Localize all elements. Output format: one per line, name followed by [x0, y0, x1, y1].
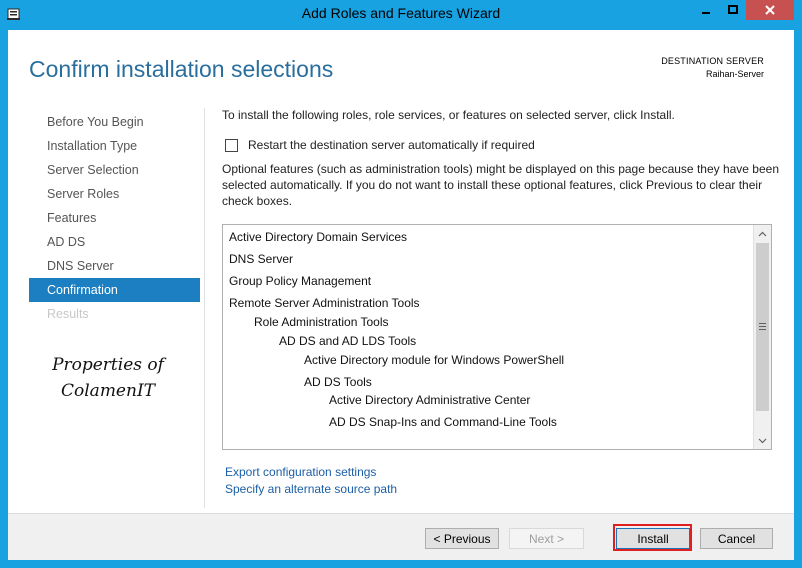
- selection-item: Group Policy Management: [229, 274, 372, 288]
- restart-option[interactable]: Restart the destination server automatic…: [225, 138, 535, 152]
- selections-list[interactable]: Active Directory Domain Services DNS Serv…: [222, 224, 772, 450]
- nav-divider: [204, 108, 205, 508]
- maximize-button[interactable]: [720, 0, 746, 20]
- optional-features-note: Optional features (such as administratio…: [222, 162, 780, 208]
- scroll-up-button[interactable]: [754, 225, 771, 242]
- selection-item: Active Directory Domain Services: [229, 230, 408, 244]
- scroll-thumb[interactable]: [756, 243, 769, 411]
- nav-item-before-you-begin[interactable]: Before You Begin: [29, 110, 200, 134]
- nav-item-dns-server[interactable]: DNS Server: [29, 254, 200, 278]
- restart-label: Restart the destination server automatic…: [248, 138, 535, 152]
- nav-item-confirmation[interactable]: Confirmation: [29, 278, 200, 302]
- title-bar[interactable]: Add Roles and Features Wizard: [0, 0, 802, 28]
- nav-item-features[interactable]: Features: [29, 206, 200, 230]
- install-button[interactable]: Install: [616, 528, 690, 549]
- watermark-text: Properties of ColamenIT: [48, 352, 168, 404]
- list-scrollbar[interactable]: [753, 225, 771, 449]
- nav-item-installation-type[interactable]: Installation Type: [29, 134, 200, 158]
- nav-item-server-selection[interactable]: Server Selection: [29, 158, 200, 182]
- wizard-window: Add Roles and Features Wizard Confirm in…: [0, 0, 802, 568]
- destination-server-label: DESTINATION SERVER: [661, 56, 764, 66]
- page-title: Confirm installation selections: [29, 56, 334, 82]
- wizard-client-area: Confirm installation selections DESTINAT…: [8, 30, 794, 561]
- selection-item: Active Directory module for Windows Powe…: [304, 353, 565, 367]
- intro-text: To install the following roles, role ser…: [222, 108, 675, 122]
- minimize-icon: [702, 12, 710, 14]
- nav-item-results: Results: [47, 307, 89, 321]
- watermark-line-1: Properties of: [52, 355, 164, 375]
- alternate-source-link[interactable]: Specify an alternate source path: [225, 481, 397, 498]
- scroll-down-button[interactable]: [754, 432, 771, 449]
- selection-item: AD DS Tools: [304, 375, 372, 389]
- chevron-up-icon: [758, 231, 767, 236]
- next-button: Next >: [509, 528, 584, 549]
- selection-item: Role Administration Tools: [254, 315, 389, 329]
- selection-item: AD DS and AD LDS Tools: [279, 334, 417, 348]
- nav-item-ad-ds[interactable]: AD DS: [29, 230, 200, 254]
- export-configuration-link[interactable]: Export configuration settings: [225, 464, 397, 481]
- selection-item: DNS Server: [229, 252, 294, 266]
- maximize-icon: [728, 5, 738, 14]
- selection-item: Active Directory Administrative Center: [329, 393, 531, 407]
- links-area: Export configuration settings Specify an…: [225, 464, 397, 498]
- close-icon: [765, 5, 775, 15]
- selection-item: Remote Server Administration Tools: [229, 296, 420, 310]
- window-title: Add Roles and Features Wizard: [301, 5, 501, 21]
- wizard-nav: Before You Begin Installation Type Serve…: [29, 110, 200, 326]
- window-bottom-border: [0, 560, 802, 568]
- restart-checkbox[interactable]: [225, 138, 238, 152]
- wizard-footer: < Previous Next > Install Cancel: [8, 513, 794, 561]
- selection-item: AD DS Snap-Ins and Command-Line Tools: [329, 415, 557, 429]
- destination-server-value: Raihan-Server: [705, 69, 764, 79]
- nav-item-server-roles[interactable]: Server Roles: [29, 182, 200, 206]
- close-button[interactable]: [746, 0, 794, 20]
- previous-button[interactable]: < Previous: [425, 528, 499, 549]
- scroll-grip-icon: [759, 323, 766, 332]
- watermark-line-2: ColamenIT: [61, 381, 155, 401]
- cancel-button[interactable]: Cancel: [700, 528, 773, 549]
- chevron-down-icon: [758, 438, 767, 443]
- minimize-button[interactable]: [692, 0, 720, 20]
